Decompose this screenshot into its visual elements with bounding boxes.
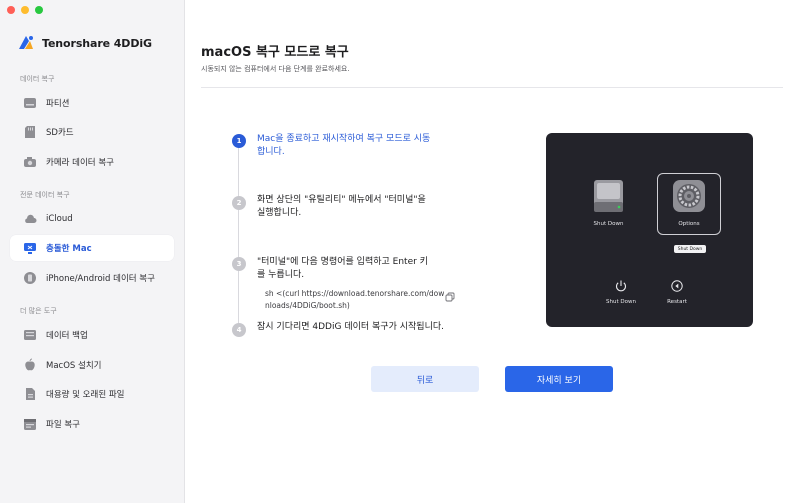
app-name: Tenorshare 4DDiG: [42, 36, 152, 50]
drive-icon: [22, 96, 37, 111]
sidebar-item-label: MacOS 설치기: [46, 361, 102, 371]
restart-label: Restart: [667, 299, 687, 305]
sidebar-item-label: 카메라 데이터 복구: [46, 158, 114, 168]
section-label-pro-recovery: 전문 데이터 복구: [20, 191, 70, 199]
sidebar-item-label: 파일 복구: [46, 420, 80, 430]
steps-connector-line: [238, 145, 239, 325]
minimize-window-button[interactable]: [21, 6, 29, 14]
recovery-mode-preview: Shut Down Options Shut Down Shut Down Re…: [546, 133, 753, 327]
terminal-command: sh <(curl https://download.tenorshare.co…: [265, 289, 445, 310]
backup-icon: [22, 328, 37, 343]
sidebar-item-label: 충돌한 Mac: [46, 244, 92, 254]
step-number-3: 3: [232, 257, 246, 271]
page-subtitle: 시동되지 않는 컴퓨터에서 다음 단계를 완료하세요.: [201, 65, 350, 73]
step-number-1: 1: [232, 134, 246, 148]
main-content: macOS 복구 모드로 복구 시동되지 않는 컴퓨터에서 다음 단계를 완료하…: [186, 0, 800, 503]
sidebar-item-label: iPhone/Android 데이터 복구: [46, 274, 155, 284]
sidebar-item-macos-installer[interactable]: MacOS 설치기: [10, 352, 174, 378]
header-divider: [201, 87, 783, 88]
step-text-4: 잠시 기다리면 4DDiG 데이터 복구가 시작됩니다.: [257, 322, 444, 332]
sidebar-item-label: 데이터 백업: [46, 331, 88, 341]
copy-icon[interactable]: [445, 292, 455, 302]
shutdown-tooltip: Shut Down: [674, 245, 706, 253]
sidebar-item-label: iCloud: [46, 214, 73, 224]
step-number-4: 4: [232, 323, 246, 337]
options-label: Options: [678, 221, 700, 227]
sidebar-item-crashed-mac[interactable]: 충돌한 Mac: [10, 235, 174, 261]
tenorshare-logo-icon: [19, 36, 33, 49]
app-logo: Tenorshare 4DDiG: [16, 33, 152, 53]
sidebar-item-sd-card[interactable]: SD카드: [10, 119, 174, 145]
sidebar-item-file-repair[interactable]: 파일 복구: [10, 411, 174, 437]
power-icon[interactable]: [614, 279, 628, 293]
restart-icon[interactable]: [670, 279, 684, 293]
sidebar-item-icloud[interactable]: iCloud: [10, 206, 174, 232]
sidebar-item-data-backup[interactable]: 데이터 백업: [10, 322, 174, 348]
window-controls: [7, 6, 43, 14]
sidebar-item-label: SD카드: [46, 128, 74, 138]
sd-card-icon: [22, 125, 37, 140]
cloud-icon: [22, 212, 37, 227]
learn-more-button[interactable]: 자세히 보기: [505, 366, 613, 392]
close-window-button[interactable]: [7, 6, 15, 14]
sidebar-item-large-old-files[interactable]: 대용량 및 오래된 파일: [10, 381, 174, 407]
sidebar-item-label: 파티션: [46, 99, 70, 109]
camera-icon: [22, 155, 37, 170]
sidebar-item-phone-recovery[interactable]: iPhone/Android 데이터 복구: [10, 265, 174, 291]
sidebar: Tenorshare 4DDiG 데이터 복구 파티션 SD카드 카메라 데이터…: [0, 0, 185, 503]
disk-label: Shut Down: [593, 221, 624, 227]
page-title: macOS 복구 모드로 복구: [201, 45, 349, 60]
shutdown-label: Shut Down: [606, 299, 636, 305]
section-label-more-tools: 더 많은 도구: [20, 307, 57, 315]
sidebar-item-camera-recovery[interactable]: 카메라 데이터 복구: [10, 149, 174, 175]
step-text-1: Mac을 종료하고 재시작하여 복구 모드로 시동합니다.: [257, 134, 431, 157]
back-button[interactable]: 뒤로: [371, 366, 479, 392]
crashed-mac-icon: [22, 241, 37, 256]
step-number-2: 2: [232, 196, 246, 210]
phone-icon: [22, 271, 37, 286]
large-file-icon: [22, 387, 37, 402]
step-text-2: 화면 상단의 "유틸리티" 메뉴에서 "터미널"을 실행합니다.: [257, 195, 426, 218]
zoom-window-button[interactable]: [35, 6, 43, 14]
hard-disk-icon: [594, 180, 623, 212]
apple-icon: [22, 358, 37, 373]
gear-icon: [673, 180, 705, 212]
sidebar-item-partition[interactable]: 파티션: [10, 90, 174, 116]
step-text-3: "터미널"에 다음 명령어를 입력하고 Enter 키를 누릅니다.: [257, 257, 428, 280]
sidebar-item-label: 대용량 및 오래된 파일: [46, 390, 125, 400]
file-repair-icon: [22, 417, 37, 432]
section-label-data-recovery: 데이터 복구: [20, 75, 55, 83]
